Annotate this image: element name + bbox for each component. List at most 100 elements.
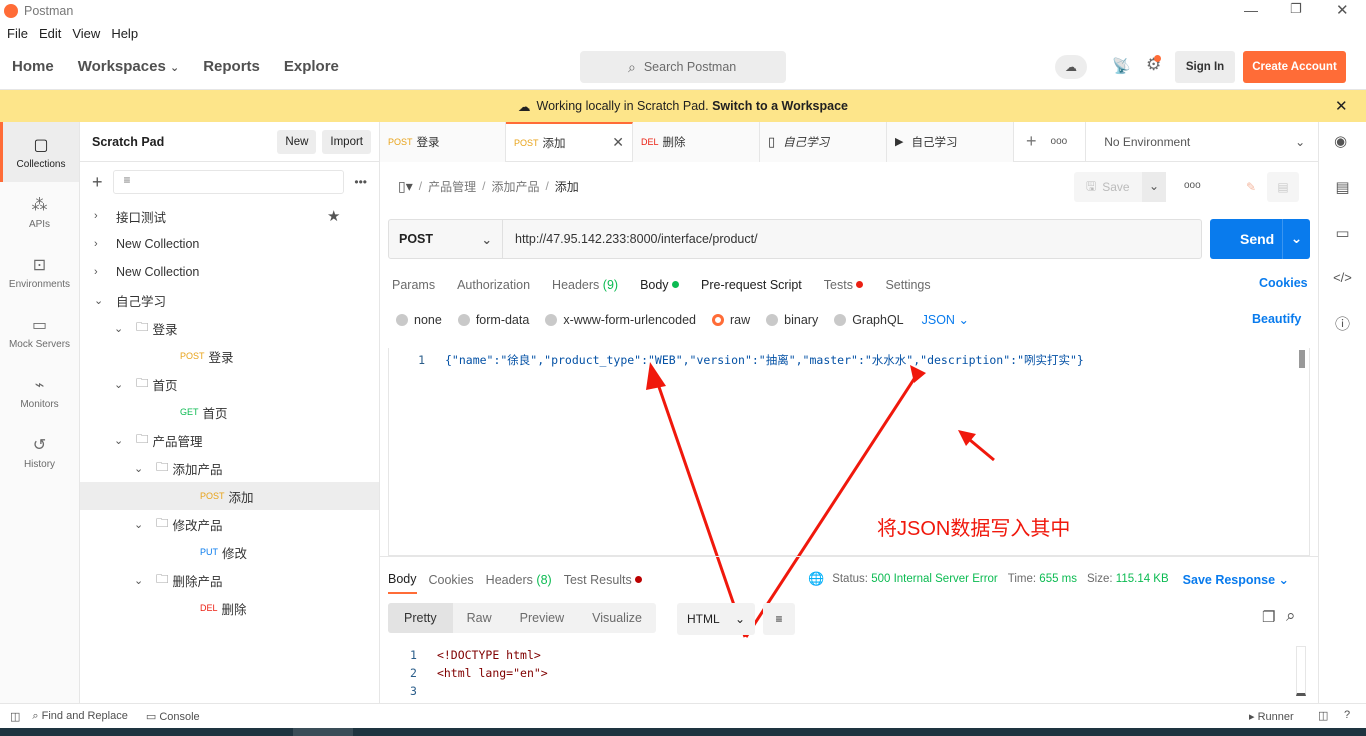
- response-tab-test-results[interactable]: Test Results: [564, 573, 643, 587]
- chevron-down-icon[interactable]: ⌄: [1282, 219, 1310, 259]
- tree-item[interactable]: ⌄ 🗀 登录: [80, 314, 379, 342]
- chevron-right-icon[interactable]: ›: [94, 266, 108, 278]
- response-format-select[interactable]: HTML ⌄: [677, 603, 755, 635]
- two-pane-icon[interactable]: ◫: [1318, 709, 1328, 722]
- tree-item[interactable]: POST 添加: [80, 482, 379, 510]
- url-input[interactable]: http://47.95.142.233:8000/interface/prod…: [503, 232, 758, 246]
- code-icon[interactable]: </>: [1319, 270, 1366, 285]
- runner-button[interactable]: ▸ Runner: [1249, 710, 1294, 723]
- tree-item[interactable]: › New Collection: [80, 230, 379, 258]
- chevron-down-icon[interactable]: ⌄: [114, 378, 128, 391]
- tree-item[interactable]: ⌄ 🗀 添加产品: [80, 454, 379, 482]
- view-visualize[interactable]: Visualize: [578, 611, 656, 625]
- close-tab-icon[interactable]: ✕: [612, 134, 624, 151]
- send-button[interactable]: Send ⌄: [1210, 219, 1310, 259]
- tab-collection[interactable]: ▯ 自己学习: [760, 121, 887, 162]
- comments-icon[interactable]: ▭: [1319, 224, 1366, 242]
- request-options-icon[interactable]: ooo: [1184, 180, 1201, 191]
- nav-workspaces[interactable]: Workspaces ⌄: [78, 58, 180, 75]
- search-response-icon[interactable]: ⌕: [1286, 606, 1296, 626]
- minimize-button[interactable]: —: [1244, 2, 1258, 18]
- tree-item[interactable]: › New Collection: [80, 258, 379, 286]
- tab-tests[interactable]: Tests: [824, 278, 864, 292]
- chevron-down-icon[interactable]: ⌄: [134, 574, 148, 587]
- find-replace-button[interactable]: ⌕ Find and Replace: [32, 710, 127, 723]
- tree-item[interactable]: POST 登录: [80, 342, 379, 370]
- filter-input[interactable]: ≡: [112, 170, 345, 194]
- view-pretty[interactable]: Pretty: [388, 603, 453, 633]
- add-collection-icon[interactable]: +: [92, 172, 103, 193]
- response-tab-body[interactable]: Body: [388, 566, 417, 594]
- new-tab-icon[interactable]: +: [1026, 131, 1037, 152]
- import-button[interactable]: Import: [322, 129, 371, 154]
- new-button[interactable]: New: [277, 129, 317, 154]
- tab-authorization[interactable]: Authorization: [457, 278, 530, 292]
- create-account-button[interactable]: Create Account: [1243, 51, 1346, 83]
- cloud-sync-icon[interactable]: ☁: [1055, 55, 1087, 79]
- beautify-link[interactable]: Beautify: [1252, 312, 1301, 326]
- tab-options-icon[interactable]: ooo: [1051, 136, 1068, 147]
- more-options-icon[interactable]: •••: [354, 175, 367, 189]
- tab-settings[interactable]: Settings: [885, 278, 930, 292]
- close-banner-icon[interactable]: ✕: [1335, 97, 1348, 115]
- tab-post-login[interactable]: POST 登录: [380, 121, 506, 162]
- menu-view[interactable]: View: [72, 26, 100, 41]
- tab-post-add[interactable]: POST 添加 ✕: [506, 121, 633, 162]
- tree-item[interactable]: ⌄ 🗀 修改产品: [80, 510, 379, 538]
- cookies-link[interactable]: Cookies: [1259, 276, 1308, 290]
- comment-icon[interactable]: ▤: [1267, 172, 1299, 202]
- tree-item[interactable]: ⌄ 🗀 产品管理: [80, 426, 379, 454]
- tab-runner[interactable]: ▶ 自己学习: [887, 121, 1014, 162]
- copy-icon[interactable]: ❐: [1262, 608, 1275, 626]
- sidebar-toggle-icon[interactable]: ◫: [10, 710, 20, 723]
- rail-monitors[interactable]: ⌁ Monitors: [0, 362, 79, 422]
- chevron-down-icon[interactable]: ⌄: [134, 462, 148, 475]
- save-response-button[interactable]: Save Response ⌄: [1183, 572, 1289, 587]
- tree-item[interactable]: GET 首页: [80, 398, 379, 426]
- view-preview[interactable]: Preview: [506, 611, 578, 625]
- switch-workspace-link[interactable]: Switch to a Workspace: [712, 99, 848, 113]
- menu-help[interactable]: Help: [111, 26, 138, 41]
- tree-item[interactable]: DEL 删除: [80, 594, 379, 622]
- breadcrumb-item[interactable]: 产品管理: [428, 178, 476, 195]
- info-icon[interactable]: ⓘ: [1319, 313, 1366, 334]
- maximize-button[interactable]: ❐: [1290, 1, 1302, 17]
- wrap-lines-icon[interactable]: ≡: [763, 603, 795, 635]
- view-raw[interactable]: Raw: [453, 611, 506, 625]
- tree-item[interactable]: ⌄ 🗀 删除产品: [80, 566, 379, 594]
- chevron-right-icon[interactable]: ›: [94, 210, 108, 222]
- nav-home[interactable]: Home: [12, 58, 54, 75]
- edit-icon[interactable]: ✎: [1235, 172, 1267, 202]
- rail-environments[interactable]: ⊡ Environments: [0, 242, 79, 302]
- response-tab-headers[interactable]: Headers (8): [486, 573, 552, 587]
- tab-body[interactable]: Body: [640, 278, 680, 292]
- editor-scrollbar[interactable]: [1299, 350, 1305, 368]
- environment-select[interactable]: No Environment ⌄: [1085, 121, 1305, 162]
- tab-pre-request-script[interactable]: Pre-request Script: [701, 278, 802, 292]
- rail-apis[interactable]: ⁂ APIs: [0, 182, 79, 242]
- radio-none[interactable]: none: [396, 313, 442, 327]
- chevron-down-icon[interactable]: ⌄: [94, 294, 108, 307]
- save-button[interactable]: 🖫 Save ⌄: [1074, 172, 1166, 202]
- satellite-icon[interactable]: 📡: [1112, 57, 1131, 75]
- breadcrumb-item[interactable]: 添加产品: [491, 178, 539, 195]
- response-tab-cookies[interactable]: Cookies: [429, 573, 474, 587]
- tree-item[interactable]: ⌄ 自己学习: [80, 286, 379, 314]
- menu-file[interactable]: File: [7, 26, 28, 41]
- chevron-down-icon[interactable]: ⌄: [114, 322, 128, 335]
- method-select[interactable]: POST ⌄: [389, 220, 503, 258]
- tree-item[interactable]: PUT 修改: [80, 538, 379, 566]
- tab-del-delete[interactable]: DEL 删除: [633, 121, 760, 162]
- tree-item[interactable]: ⌄ 🗀 首页: [80, 370, 379, 398]
- close-window-button[interactable]: ✕: [1336, 1, 1349, 19]
- sign-in-button[interactable]: Sign In: [1175, 51, 1235, 83]
- rail-mock-servers[interactable]: ▭ Mock Servers: [0, 302, 79, 362]
- chevron-down-icon[interactable]: ⌄: [134, 518, 148, 531]
- rail-collections[interactable]: ▢ Collections: [0, 122, 79, 182]
- radio-form-data[interactable]: form-data: [457, 313, 529, 327]
- rail-history[interactable]: ↺ History: [0, 422, 79, 482]
- favorite-star-icon[interactable]: ★: [327, 207, 340, 225]
- chevron-down-icon[interactable]: ⌄: [114, 434, 128, 447]
- nav-explore[interactable]: Explore: [284, 58, 339, 75]
- documentation-icon[interactable]: ▤: [1319, 178, 1366, 196]
